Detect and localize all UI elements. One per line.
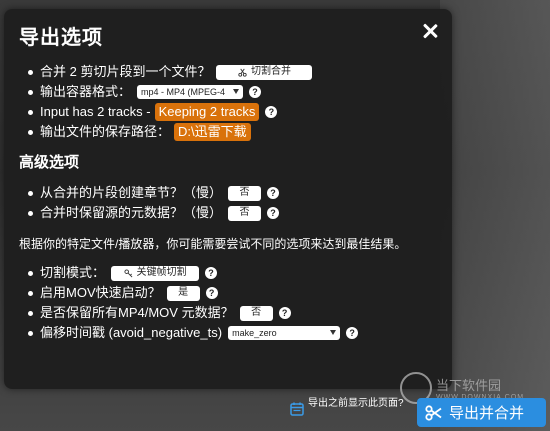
scissor-icon — [238, 68, 247, 77]
chevron-down-icon — [233, 89, 240, 94]
help-icon[interactable]: ? — [265, 106, 278, 118]
metadata-label: 合并时保留源的元数据？（慢） — [40, 205, 223, 220]
calendar-icon[interactable] — [290, 402, 304, 416]
help-icon[interactable]: ? — [249, 86, 262, 98]
basic-options-list: 合并 2 剪切片段到一个文件？ 切割合并 输出容器格式： mp4 - MP4 (… — [28, 62, 313, 142]
cut-mode-option: 切割模式： 关键帧切割 ? — [28, 263, 358, 283]
dialog-title: 导出选项 — [19, 27, 103, 49]
metadata-option: 合并时保留源的元数据？（慢） 否 ? — [28, 203, 280, 223]
preserve-metadata-label: 是否保留所有MP4/MOV 元数据？ — [40, 305, 234, 320]
container-format-label: 输出容器格式： — [40, 84, 132, 99]
key-icon — [123, 268, 132, 277]
chevron-down-icon — [330, 330, 337, 335]
merge-button-label: 切割合并 — [250, 66, 291, 77]
background-panel — [440, 0, 550, 431]
help-icon[interactable]: ? — [346, 327, 359, 339]
save-path-option: 输出文件的保存路径： D:\迅雷下载 — [28, 122, 312, 142]
merge-label: 合并 2 剪切片段到一个文件？ — [40, 64, 211, 79]
help-icon[interactable]: ? — [278, 307, 291, 319]
advanced-options-list: 从合并的片段创建章节？（慢） 否 ? 合并时保留源的元数据？（慢） 否 ? — [28, 183, 280, 223]
container-format-value: mp4 - MP4 (MPEG-4 — [141, 87, 226, 97]
save-path-highlight[interactable]: D:\迅雷下载 — [174, 123, 251, 141]
export-merge-button[interactable]: 导出并合并 — [417, 398, 546, 427]
avoid-negative-ts-value: make_zero — [232, 328, 277, 338]
chapters-option: 从合并的片段创建章节？（慢） 否 ? — [28, 183, 280, 203]
mov-faststart-option: 启用MOV快速启动？ 是 ? — [28, 283, 358, 303]
close-icon[interactable] — [420, 21, 440, 41]
merge-button[interactable]: 切割合并 — [216, 64, 313, 80]
preserve-metadata-button[interactable]: 否 — [239, 305, 273, 321]
options-note: 根据你的特定文件/播放器，你可能需要尝试不同的选项来达到最佳结果。 — [19, 237, 407, 251]
help-icon[interactable]: ? — [267, 207, 280, 219]
avoid-negative-ts-select[interactable]: make_zero — [228, 326, 341, 340]
merge-option: 合并 2 剪切片段到一个文件？ 切割合并 — [28, 62, 313, 82]
cut-mode-button[interactable]: 关键帧切割 — [111, 265, 200, 281]
container-format-option: 输出容器格式： mp4 - MP4 (MPEG-4 ? — [28, 82, 312, 102]
tracks-highlight[interactable]: Keeping 2 tracks — [154, 103, 260, 121]
container-format-select[interactable]: mp4 - MP4 (MPEG-4 — [137, 85, 244, 99]
more-options-list: 切割模式： 关键帧切割 ? 启用MOV快速启动？ 是 ? 是否保留所有MP4/M… — [28, 263, 359, 343]
help-icon[interactable]: ? — [267, 187, 280, 199]
avoid-negative-ts-label: 偏移时间戳 (avoid_negative_ts) — [40, 325, 223, 340]
cut-mode-button-label: 关键帧切割 — [136, 267, 187, 278]
metadata-button[interactable]: 否 — [228, 205, 262, 221]
tracks-option: Input has 2 tracks - Keeping 2 tracks ? — [28, 102, 312, 122]
show-before-export-toggle[interactable]: 导出之前显示此页面? — [308, 398, 408, 410]
watermark-text: 当下软件园 — [436, 378, 502, 393]
save-path-label: 输出文件的保存路径： — [40, 124, 171, 139]
tracks-label: Input has 2 tracks - — [40, 104, 151, 119]
scissors-icon — [425, 404, 442, 421]
chapters-button[interactable]: 否 — [228, 185, 262, 201]
mov-faststart-button[interactable]: 是 — [166, 285, 200, 301]
preserve-metadata-option: 是否保留所有MP4/MOV 元数据？ 否 ? — [28, 303, 358, 323]
avoid-negative-ts-option: 偏移时间戳 (avoid_negative_ts) make_zero ? — [28, 323, 359, 343]
help-icon[interactable]: ? — [205, 287, 218, 299]
export-merge-label: 导出并合并 — [449, 405, 525, 422]
advanced-title: 高级选项 — [19, 154, 80, 171]
cut-mode-label: 切割模式： — [40, 265, 106, 280]
help-icon[interactable]: ? — [205, 267, 218, 279]
export-options-dialog: 导出选项 合并 2 剪切片段到一个文件？ 切割合并 输出容器格式： mp4 - … — [4, 9, 452, 389]
chapters-label: 从合并的片段创建章节？（慢） — [40, 185, 223, 200]
mov-faststart-label: 启用MOV快速启动？ — [40, 285, 161, 300]
